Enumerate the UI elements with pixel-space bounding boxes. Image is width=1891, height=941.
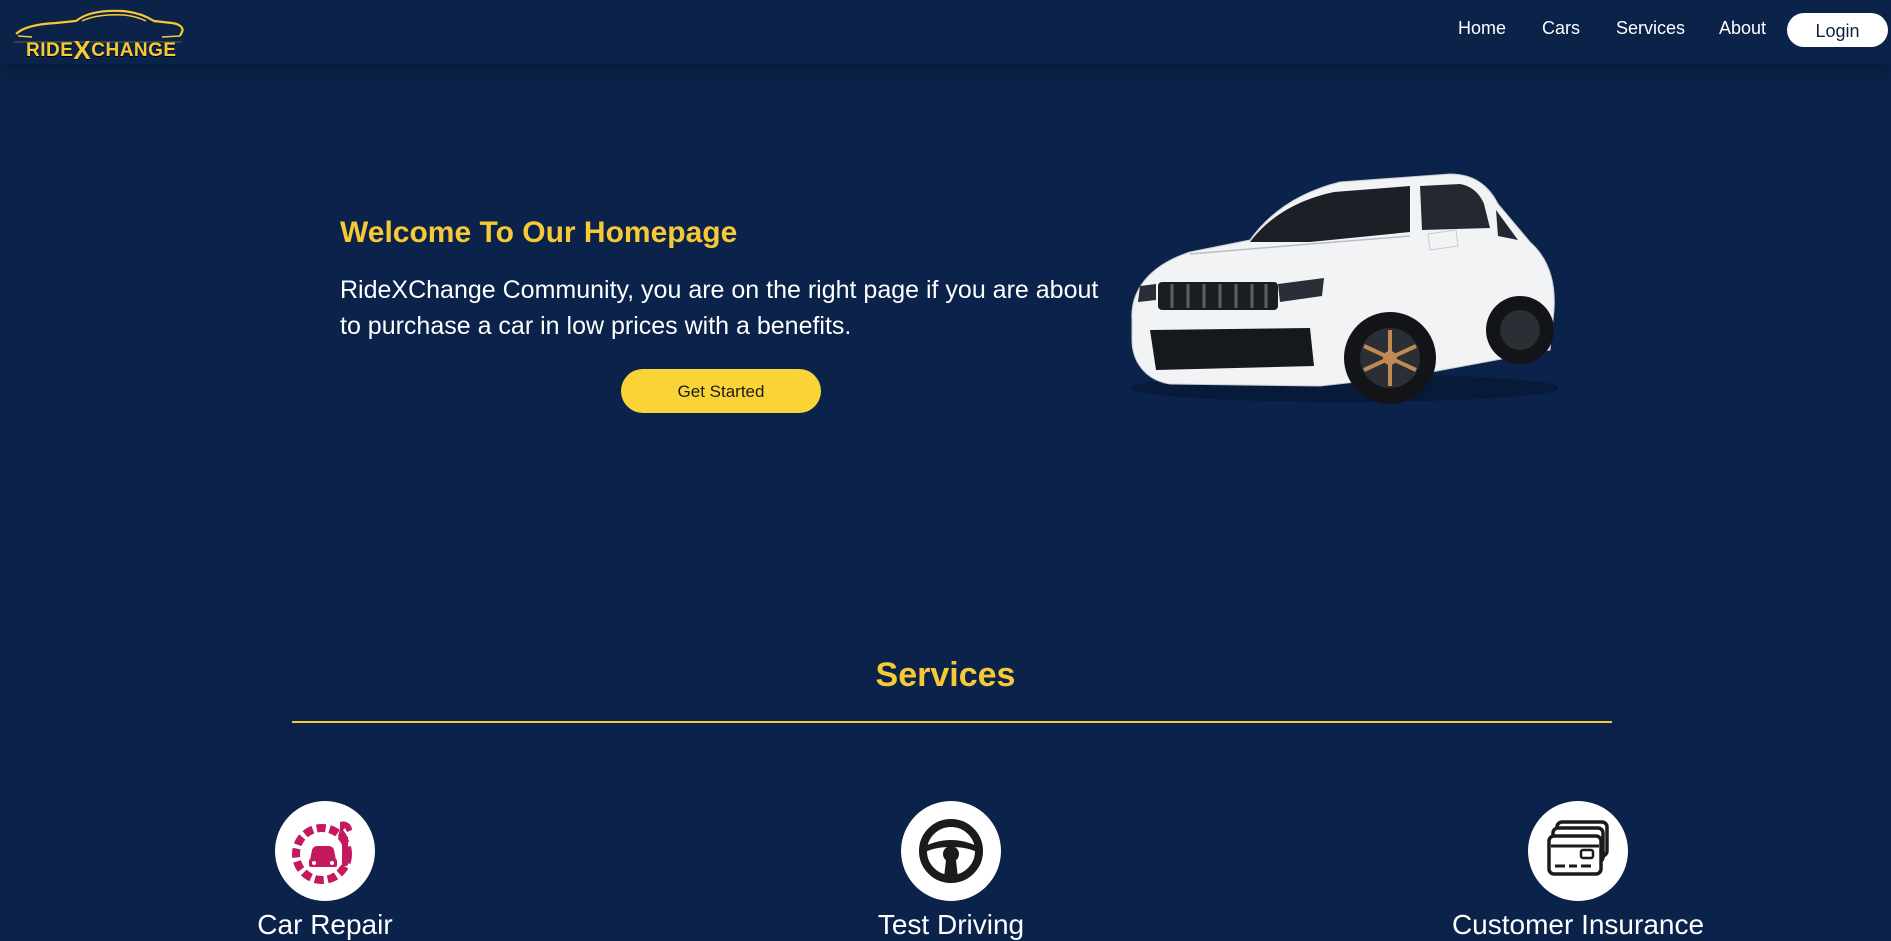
brand-name-prefix: RIDE — [26, 40, 74, 61]
service-label: Test Driving — [877, 909, 1025, 940]
brand-name: RIDEXCHANGE — [26, 32, 177, 65]
nav-link-services[interactable]: Services — [1616, 18, 1685, 39]
services-divider — [292, 721, 1612, 723]
login-button[interactable]: Login — [1787, 13, 1888, 47]
get-started-button[interactable]: Get Started — [621, 369, 821, 413]
hero-description: RideXChange Community, you are on the ri… — [340, 276, 1099, 340]
credit-card-icon — [1547, 820, 1609, 876]
brand-name-suffix: CHANGE — [91, 40, 177, 61]
service-label: Customer Insurance — [1451, 909, 1705, 940]
brand-name-x: X — [73, 35, 92, 65]
nav-link-cars[interactable]: Cars — [1542, 18, 1580, 39]
nav-link-about[interactable]: About — [1719, 18, 1766, 39]
services-title: Services — [875, 656, 1016, 694]
steering-wheel-icon — [919, 819, 983, 883]
service-icon-circle — [1528, 801, 1628, 901]
service-label: Car Repair — [257, 909, 393, 940]
hero-car-image — [1110, 170, 1560, 415]
service-card-car-repair[interactable]: Car Repair — [175, 801, 475, 940]
navbar: RIDEXCHANGE Home Cars Services About Log… — [0, 0, 1891, 65]
service-icon-circle — [901, 801, 1001, 901]
nav-link-home[interactable]: Home — [1458, 18, 1506, 39]
white-suv-car-icon — [1130, 173, 1560, 404]
service-card-customer-insurance[interactable]: Customer Insurance — [1428, 801, 1728, 940]
brand-logo[interactable]: RIDEXCHANGE — [12, 6, 184, 65]
hero-title: Welcome To Our Homepage — [340, 216, 738, 249]
car-repair-icon — [292, 821, 352, 884]
service-card-test-driving[interactable]: Test Driving — [801, 801, 1101, 940]
service-icon-circle — [275, 801, 375, 901]
